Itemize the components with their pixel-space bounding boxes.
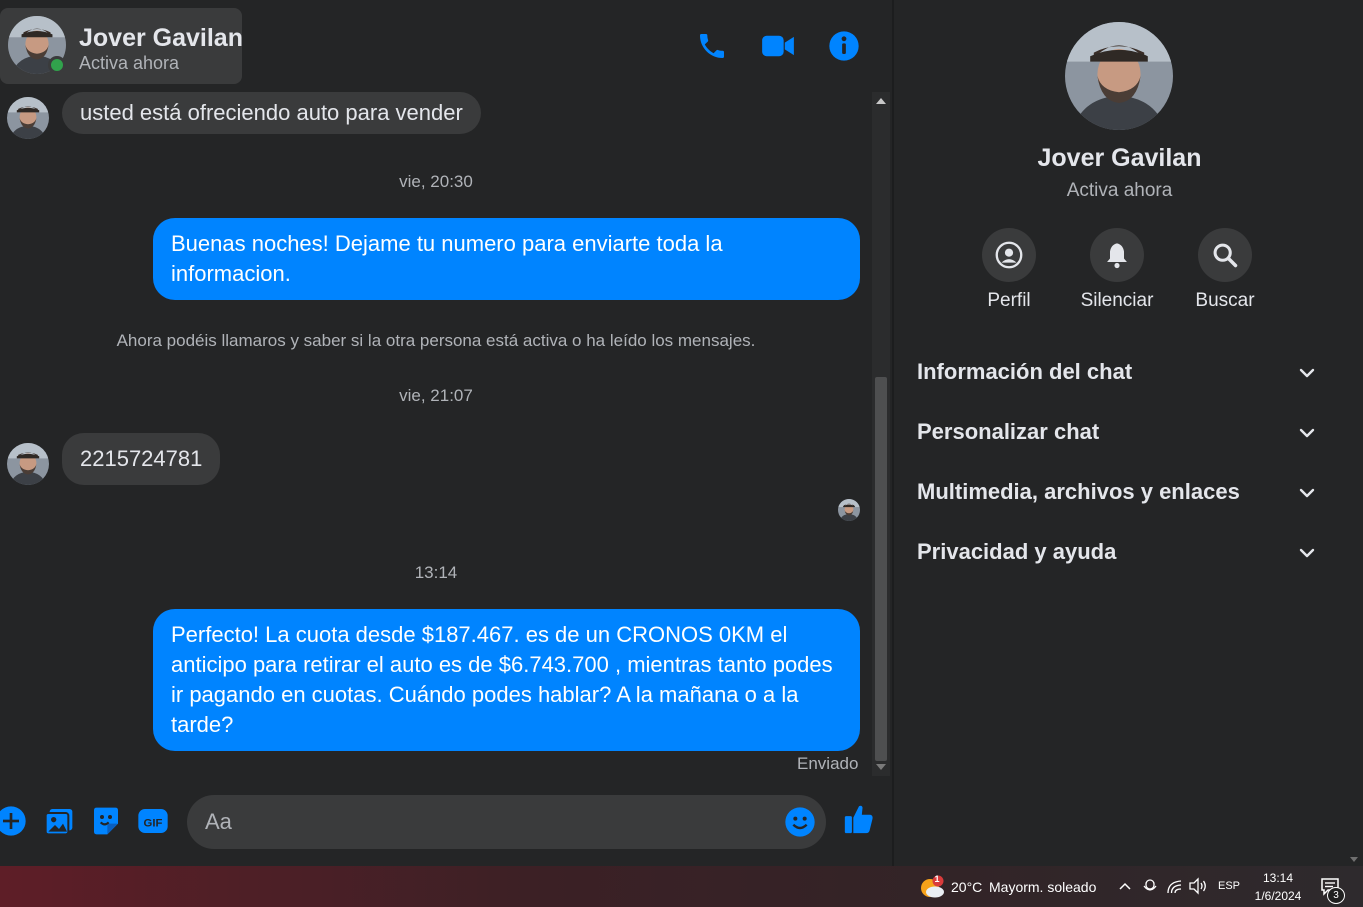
weather-temperature[interactable]: 20°C [951,879,982,895]
message-incoming[interactable]: usted está ofreciendo auto para vender [62,92,481,134]
info-icon[interactable] [826,28,862,64]
messenger-window: Jover Gavilan Activa ahora usted está of… [0,0,1363,907]
profile-name: Jover Gavilan [1037,144,1202,172]
chevron-up-icon[interactable] [1118,881,1132,891]
contact-name[interactable]: Jover Gavilan [79,24,243,53]
meet-now-icon[interactable] [1142,878,1158,894]
timestamp: vie, 20:30 [399,172,473,191]
message-input[interactable] [205,795,775,849]
contact-status: Activa ahora [79,53,180,73]
section-label: Privacidad y ayuda [917,539,1117,564]
like-icon[interactable] [842,802,876,836]
input-language[interactable]: ESP [1218,880,1240,892]
scroll-thumb[interactable] [875,377,887,761]
chevron-down-icon [1299,548,1315,558]
system-notice: Ahora podéis llamaros y saber si la otra… [116,331,756,350]
mute-button[interactable]: Silenciar [1067,228,1167,312]
section-customize-chat[interactable]: Personalizar chat [917,407,1327,457]
message-scrollbar[interactable] [872,92,890,776]
search-icon [1198,228,1252,282]
section-chat-info[interactable]: Información del chat [917,347,1327,397]
video-call-icon[interactable] [760,28,796,64]
phone-icon[interactable] [694,28,730,64]
scroll-down-arrow[interactable] [876,764,886,770]
volume-icon[interactable] [1188,877,1208,895]
timestamp: vie, 21:07 [399,386,473,405]
online-indicator [48,56,66,74]
plus-icon[interactable] [0,804,28,838]
mute-label: Silenciar [1080,290,1154,311]
notification-count: 3 [1327,887,1345,904]
chevron-down-icon [1299,428,1315,438]
chevron-down-icon [1299,488,1315,498]
windows-taskbar: 1 20°C Mayorm. soleado ESP 13:14 1/6/202… [0,866,1363,907]
bell-icon [1090,228,1144,282]
composer-bar: GIF [0,792,892,852]
clock-date[interactable]: 1/6/2024 [1254,889,1302,903]
section-privacy-help[interactable]: Privacidad y ayuda [917,527,1327,577]
chat-info-panel: Jover Gavilan Activa ahora Perfil Silenc… [894,0,1345,866]
seen-receipt-avatar [838,499,860,521]
profile-avatar[interactable] [1065,22,1173,130]
section-label: Información del chat [917,359,1133,384]
sticker-icon[interactable] [89,804,123,838]
scroll-down-arrow[interactable] [1350,857,1358,862]
message-input-container[interactable] [187,795,826,849]
sender-avatar [7,97,49,139]
profile-button[interactable]: Perfil [959,228,1059,312]
message-list[interactable]: usted está ofreciendo auto para vender v… [0,92,872,782]
weather-badge: 1 [934,874,940,884]
section-label: Personalizar chat [917,419,1100,444]
wifi-icon[interactable] [1166,878,1184,894]
timestamp: 13:14 [414,563,458,582]
search-button[interactable]: Buscar [1175,228,1275,312]
weather-condition[interactable]: Mayorm. soleado [989,879,1096,895]
clock-time[interactable]: 13:14 [1254,871,1302,885]
svg-text:GIF: GIF [144,817,163,829]
scroll-up-arrow[interactable] [876,98,886,104]
window-scrollbar[interactable] [1345,0,1363,866]
profile-icon [982,228,1036,282]
message-outgoing[interactable]: Buenas noches! Dejame tu numero para env… [153,218,860,300]
chevron-down-icon [1299,368,1315,378]
section-label: Multimedia, archivos y enlaces [917,479,1240,504]
photo-icon[interactable] [42,804,76,838]
chat-header[interactable]: Jover Gavilan Activa ahora [0,8,243,84]
gif-icon[interactable]: GIF [136,804,170,838]
message-outgoing[interactable]: Perfecto! La cuota desde $187.467. es de… [153,609,860,751]
profile-label: Perfil [987,290,1031,311]
sender-avatar [7,443,49,485]
sent-status: Enviado [797,754,859,773]
section-media-files[interactable]: Multimedia, archivos y enlaces [917,467,1327,517]
search-label: Buscar [1195,290,1255,311]
emoji-icon[interactable] [784,806,816,838]
message-incoming[interactable]: 2215724781 [62,433,221,485]
profile-status: Activa ahora [1066,180,1173,201]
chat-pane: Jover Gavilan Activa ahora usted está of… [0,0,892,866]
